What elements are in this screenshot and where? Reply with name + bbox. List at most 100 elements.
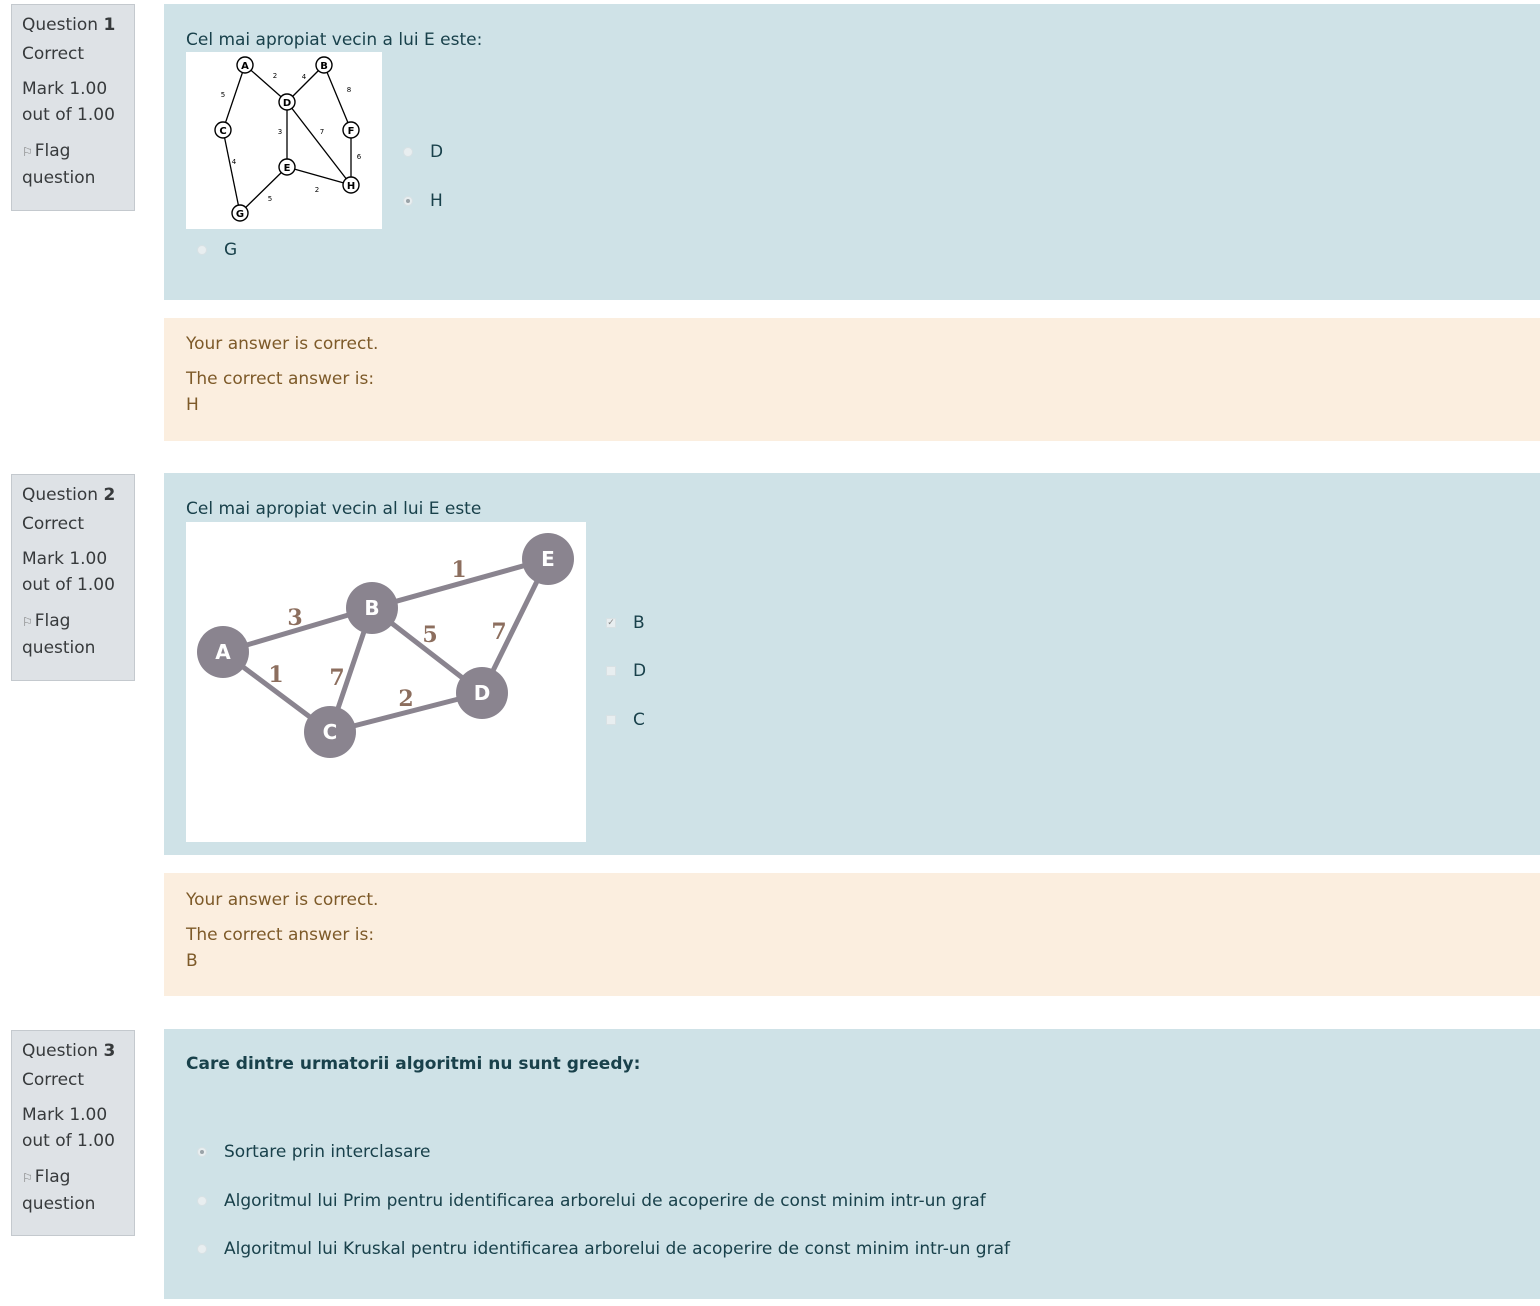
edge-weight: 7: [320, 128, 324, 136]
graph-node-label: D: [283, 98, 291, 109]
question-state: Correct: [22, 1070, 85, 1090]
question-label: Question: [22, 485, 99, 505]
option-label: D: [633, 661, 647, 681]
radio-button[interactable]: [197, 1196, 207, 1206]
mark-line: Mark 1.00: [22, 549, 108, 569]
flag-label-2: question: [22, 1194, 96, 1214]
edge-weight: 8: [347, 86, 351, 94]
answer-option-d[interactable]: D: [606, 661, 646, 681]
radio-button[interactable]: [403, 147, 413, 157]
question-number-value: 2: [103, 485, 116, 505]
flag-label: Flag: [34, 1167, 71, 1187]
graph-node-label: A: [241, 61, 249, 72]
edge-weight: 7: [329, 665, 344, 691]
radio-button-selected[interactable]: [197, 1147, 207, 1157]
question-feedback-1: Your answer is correct. The correct answ…: [164, 318, 1540, 441]
mark-line: Mark 1.00: [22, 79, 108, 99]
question-text: Care dintre urmatorii algoritmi nu sunt …: [186, 1054, 641, 1074]
edge-weight: 6: [357, 153, 362, 161]
question-number: Question 1: [22, 15, 124, 35]
question-info-3: Question 3 Correct Mark 1.00 out of 1.00…: [11, 1030, 135, 1236]
graph-node-label: C: [323, 720, 338, 744]
question-label: Question: [22, 15, 99, 35]
question-text: Cel mai apropiat vecin al lui E este: [186, 499, 482, 519]
feedback-answer: B: [186, 951, 198, 971]
option-label: B: [633, 613, 645, 633]
graph-svg: 3 1 7 5 1 7 2 A B C D E: [197, 533, 574, 758]
answer-option-2[interactable]: Algoritmul lui Prim pentru identificarea…: [197, 1191, 986, 1211]
mark-out-of: out of 1.00: [22, 575, 115, 595]
radio-button-selected[interactable]: [403, 196, 413, 206]
mark-line: Mark 1.00: [22, 1105, 108, 1125]
option-label: Algoritmul lui Prim pentru identificarea…: [224, 1191, 986, 1211]
mark-out-of: out of 1.00: [22, 105, 115, 125]
option-label: C: [633, 710, 645, 730]
edge-weight: 5: [268, 195, 272, 203]
option-label: H: [430, 191, 443, 211]
feedback-result: Your answer is correct.: [186, 890, 379, 910]
edge-weight: 1: [451, 557, 466, 583]
answer-option-b[interactable]: ✓ B: [606, 613, 645, 633]
answer-option-1[interactable]: Sortare prin interclasare: [197, 1142, 431, 1162]
mark-out-of: out of 1.00: [22, 1131, 115, 1151]
question-grade: Mark 1.00 out of 1.00: [22, 1102, 124, 1154]
question-number-value: 3: [103, 1041, 116, 1061]
question-info-1: Question 1 Correct Mark 1.00 out of 1.00…: [11, 4, 135, 211]
flag-icon: ⚐: [22, 1171, 33, 1185]
flag-question-link[interactable]: ⚐ Flag question: [22, 1164, 124, 1217]
edge-weight: 7: [491, 619, 506, 645]
flag-label-2: question: [22, 638, 96, 658]
question-state: Correct: [22, 44, 85, 64]
checkbox[interactable]: [606, 666, 616, 676]
flag-label-2: question: [22, 168, 96, 188]
question-number: Question 3: [22, 1041, 124, 1061]
radio-button[interactable]: [197, 245, 207, 255]
flag-question-link[interactable]: ⚐ Flag question: [22, 608, 124, 661]
edge-weight: 5: [221, 91, 225, 99]
edge-weight: 5: [422, 622, 437, 648]
answer-option-g[interactable]: G: [197, 240, 237, 260]
flag-question-link[interactable]: ⚐ Flag question: [22, 138, 124, 191]
question-number-value: 1: [103, 15, 116, 35]
question-text: Cel mai apropiat vecin a lui E este:: [186, 30, 483, 50]
feedback-label: The correct answer is:: [186, 925, 375, 945]
feedback-answer: H: [186, 395, 199, 415]
question-formulation-1: Cel mai apropiat vecin a lui E este: 2 4…: [164, 4, 1540, 300]
graph-node-label: H: [347, 181, 355, 192]
edge-weight: 4: [232, 158, 237, 166]
graph-svg: 2 4 8 5 3 7 6 4 2 5 A B C D E F G H: [214, 56, 362, 222]
flag-label: Flag: [34, 611, 71, 631]
edge-weight: 2: [315, 186, 319, 194]
edge-weight: 3: [287, 605, 302, 631]
graph-node-label: D: [474, 681, 491, 705]
edge-weight: 1: [268, 662, 283, 688]
answer-option-c[interactable]: C: [606, 710, 645, 730]
graph-node-label: F: [348, 126, 355, 137]
flag-icon: ⚐: [22, 615, 33, 629]
graph-node-label: B: [364, 596, 379, 620]
feedback-result: Your answer is correct.: [186, 334, 379, 354]
graph-image: 2 4 8 5 3 7 6 4 2 5 A B C D E F G H: [186, 52, 382, 229]
question-formulation-3: Care dintre urmatorii algoritmi nu sunt …: [164, 1029, 1540, 1299]
answer-option-h[interactable]: H: [403, 191, 443, 211]
option-label: D: [430, 142, 444, 162]
edge-weight: 3: [278, 128, 282, 136]
checkbox[interactable]: [606, 715, 616, 725]
radio-button[interactable]: [197, 1244, 207, 1254]
answer-option-d[interactable]: D: [403, 142, 443, 162]
edge-weight: 2: [398, 686, 413, 712]
option-label: G: [224, 240, 238, 260]
graph-node-label: A: [215, 640, 231, 664]
graph-node-label: E: [541, 547, 555, 571]
edge-weight: 2: [273, 72, 277, 80]
flag-icon: ⚐: [22, 145, 33, 159]
answer-option-3[interactable]: Algoritmul lui Kruskal pentru identifica…: [197, 1239, 1010, 1259]
flag-label: Flag: [34, 141, 71, 161]
question-grade: Mark 1.00 out of 1.00: [22, 546, 124, 598]
checkbox-checked[interactable]: ✓: [606, 618, 616, 628]
graph-node-label: B: [320, 61, 328, 72]
question-grade: Mark 1.00 out of 1.00: [22, 76, 124, 128]
question-state: Correct: [22, 514, 85, 534]
graph-image: 3 1 7 5 1 7 2 A B C D E: [186, 522, 586, 842]
option-label: Sortare prin interclasare: [224, 1142, 431, 1162]
